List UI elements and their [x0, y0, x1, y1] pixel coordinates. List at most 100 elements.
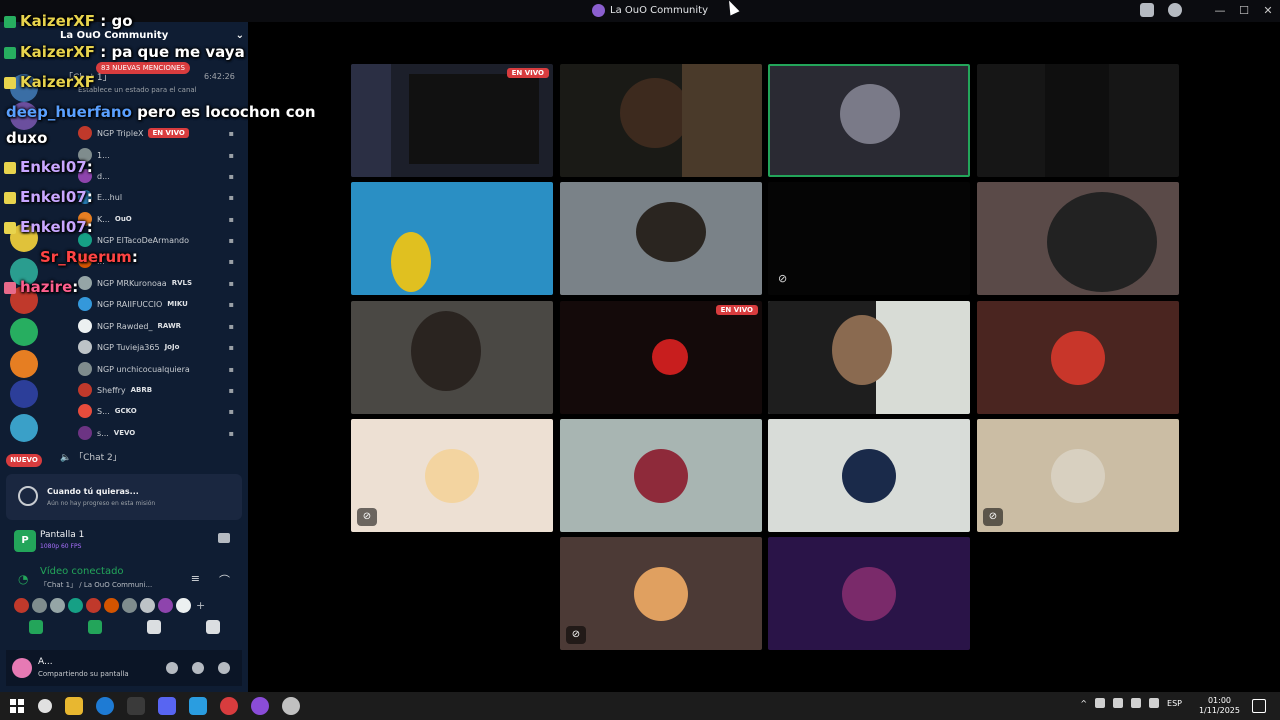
windows-start-icon[interactable] — [10, 699, 24, 713]
voice-user[interactable]: 1... ▪ — [78, 148, 238, 162]
server-icon-4[interactable] — [10, 258, 38, 286]
avatar[interactable] — [104, 598, 119, 613]
server-icon-8[interactable] — [10, 380, 38, 408]
video-tile[interactable] — [351, 301, 553, 414]
video-tile-avatar[interactable]: ⊘ — [560, 537, 762, 650]
volume-icon[interactable] — [1113, 698, 1124, 708]
avatar[interactable] — [12, 658, 32, 678]
voice-user[interactable]: NGP Rawded_ RAWR ▪ — [78, 319, 238, 333]
app-icon[interactable] — [220, 697, 238, 715]
microphone-icon[interactable] — [1095, 698, 1106, 708]
microphone-icon[interactable] — [166, 662, 178, 674]
video-tile[interactable] — [560, 182, 762, 295]
voice-user[interactable]: E...hul ▪ — [78, 190, 238, 204]
video-tile[interactable] — [351, 182, 553, 295]
video-tile-speaking[interactable] — [768, 64, 970, 177]
video-tile-avatar[interactable]: ⊘ — [351, 419, 553, 532]
video-tile[interactable] — [768, 301, 970, 414]
voice-channel-status[interactable]: Establece un estado para el canal — [78, 86, 197, 94]
signal-icon[interactable]: ◔ — [18, 572, 28, 586]
avatar[interactable] — [50, 598, 65, 613]
screen-share-icon[interactable] — [87, 620, 102, 634]
chevron-down-icon[interactable]: ⌄ — [236, 30, 244, 41]
vscode-icon[interactable] — [189, 697, 207, 715]
stop-share-icon[interactable] — [218, 533, 230, 543]
video-tile[interactable]: EN VIVO — [351, 64, 553, 177]
video-tile-avatar[interactable] — [560, 419, 762, 532]
clock[interactable]: 01:00 1/11/2025 — [1199, 696, 1240, 716]
soundboard-icon[interactable] — [205, 620, 220, 634]
file-explorer-icon[interactable] — [65, 697, 83, 715]
avatar[interactable] — [14, 598, 29, 613]
maximize-button[interactable]: ☐ — [1232, 0, 1256, 22]
server-icon-9[interactable] — [10, 414, 38, 442]
avatar[interactable] — [176, 598, 191, 613]
app-icon[interactable] — [127, 697, 145, 715]
obs-icon[interactable] — [251, 697, 269, 715]
voice-user[interactable]: NGP unchicocualquiera ▪ — [78, 362, 238, 376]
search-icon[interactable] — [38, 699, 52, 713]
server-header[interactable]: La OuO Community ⌄ — [60, 30, 244, 41]
voice-user[interactable]: NGP Tuvieja365 JoJo ▪ — [78, 340, 238, 354]
language-indicator[interactable]: ESP — [1167, 699, 1182, 708]
headphones-icon[interactable] — [192, 662, 204, 674]
voice-user[interactable]: NGP MRKuronoaa RVLS ▪ — [78, 276, 238, 290]
disconnect-icon[interactable]: ⌒ — [219, 572, 230, 588]
chevron-up-icon[interactable]: ^ — [1080, 699, 1087, 708]
server-icon-6[interactable] — [10, 318, 38, 346]
voice-channel-name[interactable]: 「Chat 1」 — [64, 70, 112, 83]
voice-user-name: K... — [97, 214, 110, 224]
video-tile-avatar[interactable] — [768, 537, 970, 650]
video-tile[interactable]: ⊘ — [768, 182, 970, 295]
voice-user[interactable]: NGP TripleX EN VIVO ▪ — [78, 126, 238, 140]
screen-share-card[interactable]: P Pantalla 1 1080p 60 FPS — [6, 524, 242, 554]
server-icon-1[interactable] — [10, 74, 38, 102]
noise-suppression-icon[interactable]: ≡ — [191, 572, 200, 585]
avatar[interactable] — [158, 598, 173, 613]
voice-user[interactable]: s... VEVO ▪ — [78, 426, 238, 440]
voice-user[interactable]: S... GCKO ▪ — [78, 404, 238, 418]
video-tile-avatar[interactable] — [977, 301, 1179, 414]
avatar[interactable] — [68, 598, 83, 613]
close-button[interactable]: ✕ — [1256, 0, 1280, 22]
discord-icon[interactable] — [158, 697, 176, 715]
voice-user[interactable]: Sheffry ABRB ▪ — [78, 383, 238, 397]
server-icon-7[interactable] — [10, 350, 38, 378]
server-icon-3[interactable] — [10, 224, 38, 252]
inbox-icon[interactable] — [1140, 3, 1154, 17]
new-badge[interactable]: NUEVO — [6, 454, 42, 467]
video-tile[interactable] — [977, 182, 1179, 295]
avatar[interactable] — [122, 598, 137, 613]
server-icon-2[interactable] — [10, 102, 38, 130]
help-icon[interactable] — [1168, 3, 1182, 17]
camera-icon[interactable] — [28, 620, 43, 634]
voice-location[interactable]: 「Chat 1」 / La OuO Communi... — [40, 580, 152, 590]
battery-icon[interactable] — [1149, 698, 1160, 708]
camera-icon: ▪ — [228, 321, 234, 331]
video-tile-avatar[interactable] — [768, 419, 970, 532]
minimize-button[interactable]: — — [1208, 0, 1232, 22]
avatar[interactable] — [86, 598, 101, 613]
user-name[interactable]: A... — [38, 657, 53, 667]
video-tile-avatar[interactable]: ⊘ — [977, 419, 1179, 532]
network-icon[interactable] — [1131, 698, 1142, 708]
voice-channel-chat2[interactable]: 🔈 「Chat 2」 — [60, 450, 122, 463]
quest-card[interactable]: Cuando tú quieras... Aún no hay progreso… — [6, 474, 242, 520]
server-icon-5[interactable] — [10, 286, 38, 314]
voice-user[interactable]: ... ▪ — [78, 254, 238, 268]
voice-user[interactable]: d... ▪ — [78, 169, 238, 183]
gear-icon[interactable] — [218, 662, 230, 674]
avatar[interactable] — [140, 598, 155, 613]
add-participant-icon[interactable]: + — [196, 598, 205, 613]
avatar[interactable] — [32, 598, 47, 613]
video-tile[interactable] — [560, 64, 762, 177]
voice-user[interactable]: NGP RAIIFUCCIO MIKU ▪ — [78, 297, 238, 311]
notification-icon[interactable] — [1252, 699, 1266, 713]
edge-icon[interactable] — [96, 697, 114, 715]
voice-user[interactable]: K... OuO ▪ — [78, 212, 238, 226]
video-tile[interactable] — [977, 64, 1179, 177]
chrome-icon[interactable] — [282, 697, 300, 715]
video-tile[interactable]: EN VIVO — [560, 301, 762, 414]
activities-icon[interactable] — [146, 620, 161, 634]
voice-user[interactable]: NGP ElTacoDeArmando ▪ — [78, 233, 238, 247]
